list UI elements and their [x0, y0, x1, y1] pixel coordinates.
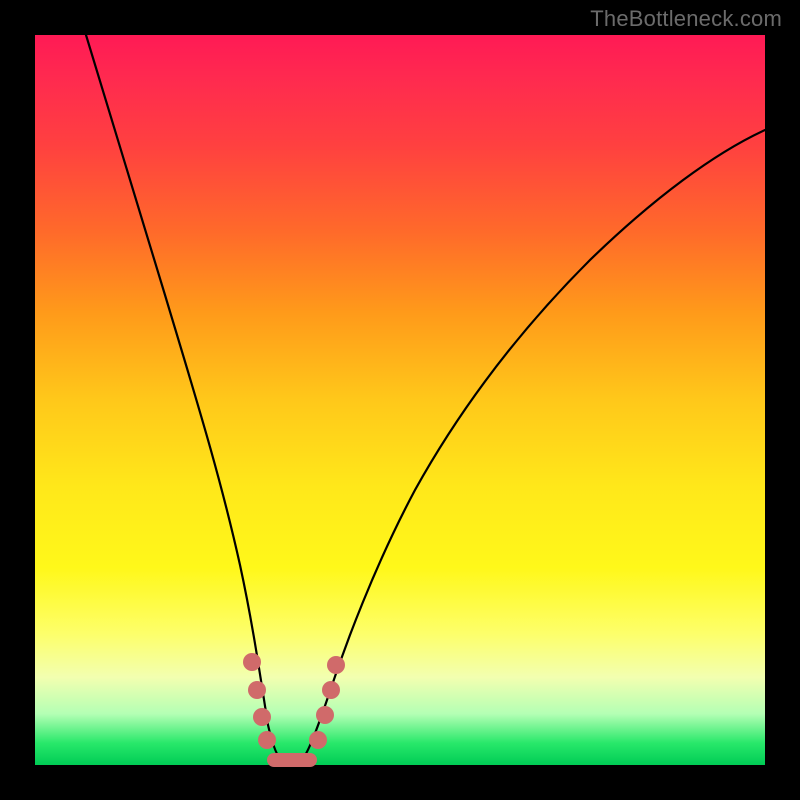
plot-area — [35, 35, 765, 765]
bottleneck-curve — [86, 35, 765, 761]
chart-svg — [35, 35, 765, 765]
watermark-text: TheBottleneck.com — [590, 6, 782, 32]
chart-frame: TheBottleneck.com — [0, 0, 800, 800]
